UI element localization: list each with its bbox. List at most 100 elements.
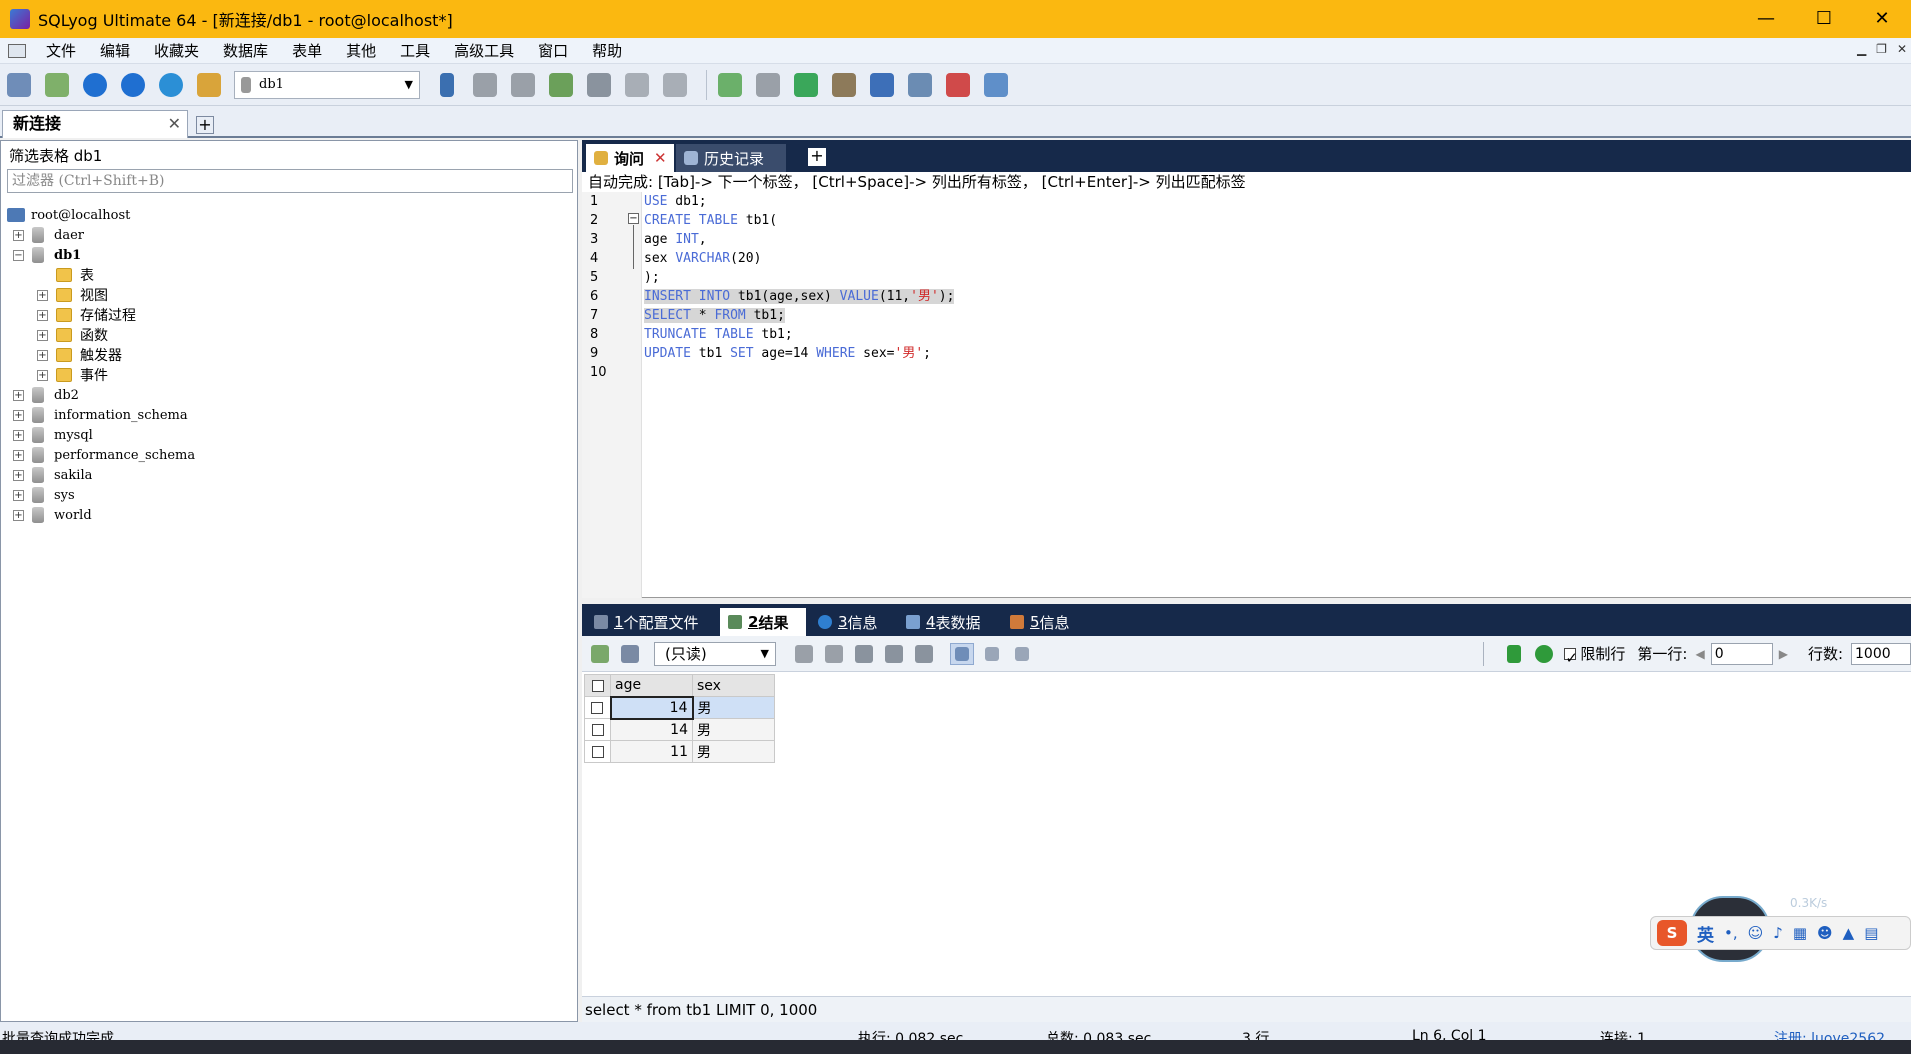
sync-icon[interactable] <box>791 70 821 100</box>
tree-db-db1[interactable]: − db1 <box>7 245 573 265</box>
expand-icon[interactable]: + <box>13 469 24 481</box>
cell-sex[interactable]: 男 <box>692 740 775 763</box>
text-view-icon[interactable] <box>1010 643 1034 665</box>
ime-toolbar[interactable]: 0.3K/s S 英 •, ☺ ♪ ▦ ☻ ▲ ▤ <box>1650 896 1911 962</box>
table-design-icon[interactable] <box>584 70 614 100</box>
grid-view-icon[interactable] <box>950 642 974 665</box>
refresh-icon[interactable] <box>156 70 186 100</box>
monitor-icon[interactable] <box>905 70 935 100</box>
tree-folder-views[interactable]: + 视图 <box>7 285 573 305</box>
code-line[interactable]: SELECT * FROM tb1; <box>644 306 785 325</box>
tree-db-information-schema[interactable]: + information_schema <box>7 405 573 425</box>
menu-table[interactable]: 表单 <box>280 40 334 61</box>
user-manager-icon[interactable] <box>432 70 462 100</box>
close-tab-icon[interactable]: ✕ <box>654 149 667 167</box>
tab-query[interactable]: 询问 ✕ <box>586 144 674 172</box>
cell-sex[interactable]: 男 <box>692 718 775 741</box>
code-line[interactable]: UPDATE tb1 SET age=14 WHERE sex='男'; <box>644 344 931 363</box>
table-row[interactable]: 14 男 <box>584 695 775 720</box>
tab-profile[interactable]: 1 个配置文件 <box>586 608 716 636</box>
cell-sex[interactable]: 男 <box>692 696 775 719</box>
menu-file[interactable]: 文件 <box>34 40 88 61</box>
cancel-icon[interactable] <box>912 643 936 665</box>
fold-icon[interactable]: − <box>628 213 639 224</box>
filter-input[interactable]: 过滤器 (Ctrl+Shift+B) <box>7 169 573 193</box>
rows-input[interactable]: 1000 <box>1851 642 1911 665</box>
menu-help[interactable]: 帮助 <box>580 40 634 61</box>
skin-icon[interactable]: ▲ <box>1843 924 1855 942</box>
expand-icon[interactable]: + <box>13 489 24 501</box>
tab-table-data[interactable]: 4 表数据 <box>898 608 998 636</box>
system-menu-icon[interactable] <box>8 43 26 58</box>
tree-db-sakila[interactable]: + sakila <box>7 465 573 485</box>
query-builder-icon[interactable] <box>715 70 745 100</box>
minimize-button[interactable]: — <box>1737 0 1795 38</box>
table-row[interactable]: 14 男 <box>584 718 775 741</box>
database-selector[interactable]: db1 ▼ <box>234 70 420 99</box>
execute-query-icon[interactable] <box>80 70 110 100</box>
code-line[interactable]: ); <box>644 268 660 287</box>
limit-checkbox[interactable]: ✓ <box>1564 647 1578 667</box>
code-line[interactable]: sex VARCHAR(20) <box>644 249 761 268</box>
tree-folder-events[interactable]: + 事件 <box>7 365 573 385</box>
tab-history[interactable]: 历史记录 <box>676 144 786 172</box>
punctuation-icon[interactable]: •, <box>1724 924 1738 942</box>
add-row-icon[interactable] <box>792 643 816 665</box>
duplicate-row-icon[interactable] <box>822 643 846 665</box>
delete-icon[interactable] <box>882 643 906 665</box>
ime-language[interactable]: 英 <box>1697 921 1714 946</box>
expand-icon[interactable]: + <box>13 509 24 521</box>
report-icon[interactable] <box>943 70 973 100</box>
close-button[interactable]: ✕ <box>1853 0 1911 38</box>
expand-icon[interactable]: + <box>13 229 24 241</box>
tree-folder-triggers[interactable]: + 触发器 <box>7 345 573 365</box>
mdi-restore-icon[interactable]: ❐ <box>1876 42 1887 56</box>
row-select-cell[interactable] <box>584 740 611 763</box>
expand-icon[interactable]: + <box>37 289 48 301</box>
create-database-icon[interactable] <box>470 70 500 100</box>
prev-page-icon[interactable]: ◀ <box>1695 647 1704 661</box>
tree-db-sys[interactable]: + sys <box>7 485 573 505</box>
add-connection-icon[interactable] <box>42 70 72 100</box>
menu-tools[interactable]: 工具 <box>388 40 442 61</box>
menu-database[interactable]: 数据库 <box>211 40 280 61</box>
row-select-cell[interactable] <box>584 696 611 719</box>
add-connection-tab-button[interactable]: + <box>196 116 214 134</box>
tree-root[interactable]: root@localhost <box>7 205 573 225</box>
mdi-minimize-icon[interactable]: ▁ <box>1857 42 1866 56</box>
row-select-cell[interactable] <box>584 718 611 741</box>
column-header-age[interactable]: age <box>610 674 693 697</box>
tree-folder-procedures[interactable]: + 存储过程 <box>7 305 573 325</box>
code-line[interactable]: TRUNCATE TABLE tb1; <box>644 325 793 344</box>
expand-icon[interactable]: + <box>13 449 24 461</box>
tree-db-db2[interactable]: + db2 <box>7 385 573 405</box>
row-checkbox[interactable] <box>591 723 604 736</box>
cell-age[interactable]: 11 <box>610 740 693 763</box>
copy-dropdown-icon[interactable] <box>618 643 642 665</box>
save-icon[interactable] <box>852 643 876 665</box>
tree-folder-functions[interactable]: + 函数 <box>7 325 573 345</box>
row-checkbox[interactable] <box>591 701 604 714</box>
new-connection-icon[interactable] <box>4 70 34 100</box>
menu-other[interactable]: 其他 <box>334 40 388 61</box>
menu-edit[interactable]: 编辑 <box>88 40 142 61</box>
expand-icon[interactable]: + <box>37 349 48 361</box>
keyboard-icon[interactable]: ▦ <box>1793 924 1807 942</box>
select-all-cell[interactable] <box>584 674 611 697</box>
maximize-button[interactable]: ☐ <box>1795 0 1853 38</box>
add-query-tab-button[interactable]: + <box>808 148 826 166</box>
tree-db-mysql[interactable]: + mysql <box>7 425 573 445</box>
menu-window[interactable]: 窗口 <box>526 40 580 61</box>
schema-designer-icon[interactable] <box>753 70 783 100</box>
tree-db-performance-schema[interactable]: + performance_schema <box>7 445 573 465</box>
form-view-icon[interactable] <box>980 643 1004 665</box>
emoji-icon[interactable]: ☺ <box>1748 924 1764 942</box>
cell-age[interactable]: 14 <box>610 718 693 741</box>
table-row[interactable]: 11 男 <box>584 740 775 763</box>
refresh-icon[interactable] <box>1532 643 1556 665</box>
result-mode-select[interactable]: (只读) ▼ <box>654 641 776 666</box>
select-all-checkbox[interactable] <box>591 679 604 692</box>
table-copy-icon[interactable] <box>660 70 690 100</box>
expand-icon[interactable]: + <box>13 389 24 401</box>
code-line[interactable]: CREATE TABLE tb1( <box>644 211 777 230</box>
